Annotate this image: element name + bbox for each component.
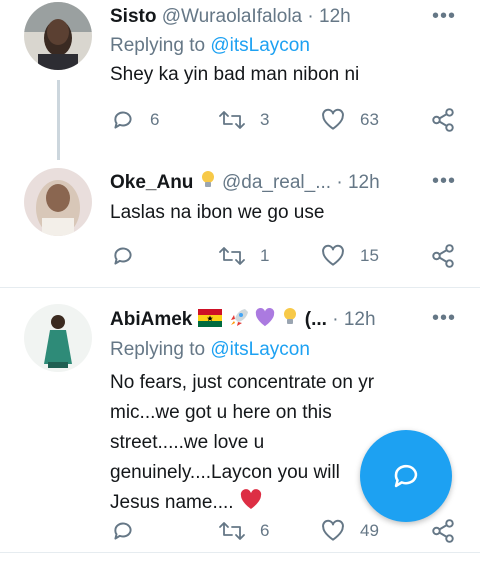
- tweet-sisto[interactable]: Sisto @WuraolaIfalola · 12h ••• Replying…: [0, 0, 480, 160]
- replying-to: Replying to @itsLaycon: [110, 338, 310, 362]
- avatar[interactable]: [24, 2, 92, 70]
- tweet-text-line: genuinely....Laycon you will: [110, 462, 340, 483]
- retweet-button[interactable]: 6: [218, 518, 269, 544]
- heart-icon: [322, 519, 344, 541]
- like-button[interactable]: 63: [320, 107, 379, 133]
- like-count: 49: [360, 521, 379, 540]
- mention-link[interactable]: @itsLaycon: [210, 35, 310, 56]
- mention-link[interactable]: @itsLaycon: [210, 339, 310, 360]
- rocket-icon: [227, 307, 249, 334]
- purple-heart-icon: [254, 307, 276, 334]
- tweet-text: No fears, just concentrate on yr mic...w…: [110, 368, 374, 520]
- reply-button[interactable]: [110, 243, 136, 269]
- compose-reply-icon: [394, 464, 418, 488]
- user-handle[interactable]: @da_real_...: [222, 172, 331, 193]
- tweet-text: Shey ka yin bad man nibon ni: [110, 64, 360, 85]
- lightbulb-icon: [281, 307, 299, 334]
- tweet-text-line: Jesus name....: [110, 492, 234, 513]
- separator-dot: ·: [332, 309, 339, 330]
- retweet-count: 3: [260, 110, 270, 129]
- more-icon[interactable]: •••: [432, 308, 456, 328]
- replying-to-label: Replying to: [110, 35, 206, 56]
- share-button[interactable]: [430, 107, 456, 133]
- timestamp[interactable]: 12h: [319, 6, 351, 27]
- like-button[interactable]: 15: [320, 243, 379, 269]
- tweet-text-line: No fears, just concentrate on yr: [110, 372, 375, 393]
- display-name-overflow: (...: [304, 309, 327, 330]
- separator-dot: ·: [307, 6, 314, 27]
- retweet-count: 1: [260, 246, 270, 265]
- heart-icon: [322, 244, 344, 266]
- more-icon[interactable]: •••: [432, 171, 456, 191]
- share-icon: [432, 108, 454, 132]
- timestamp[interactable]: 12h: [344, 309, 376, 330]
- share-icon: [432, 519, 454, 543]
- share-button[interactable]: [430, 243, 456, 269]
- compose-reply-button[interactable]: [360, 430, 452, 522]
- display-name[interactable]: Sisto: [110, 6, 156, 27]
- user-handle[interactable]: @WuraolaIfalola: [162, 6, 302, 27]
- tweet-actions: 6 3 63: [110, 107, 456, 135]
- reply-button[interactable]: 6: [110, 107, 159, 133]
- tweet-header: Sisto @WuraolaIfalola · 12h: [110, 5, 351, 29]
- reply-icon: [114, 111, 132, 129]
- tweet-actions: 6 49: [110, 518, 456, 546]
- retweet-button[interactable]: 1: [218, 243, 269, 269]
- thread-line: [57, 80, 60, 160]
- more-icon[interactable]: •••: [432, 6, 456, 26]
- like-count: 15: [360, 246, 379, 265]
- retweet-button[interactable]: 3: [218, 107, 269, 133]
- reply-button[interactable]: [110, 518, 136, 544]
- replying-to: Replying to @itsLaycon: [110, 34, 310, 58]
- bottom-divider: [0, 552, 480, 553]
- separator-dot: ·: [336, 172, 343, 193]
- tweet-text: Laslas na ibon we go use: [110, 202, 325, 223]
- share-icon: [432, 244, 454, 268]
- reply-icon: [114, 522, 132, 540]
- display-name[interactable]: AbiAmek: [110, 309, 192, 330]
- retweet-count: 6: [260, 521, 270, 540]
- retweet-icon: [219, 247, 245, 265]
- retweet-icon: [219, 522, 245, 540]
- heart-icon: [322, 108, 344, 130]
- like-count: 63: [360, 110, 379, 129]
- tweet-header: Oke_Anu @da_real_... · 12h: [110, 170, 380, 197]
- reply-icon: [114, 247, 132, 265]
- tweet-header: AbiAmek (... · 12h: [110, 307, 376, 334]
- ghana-flag-icon: [197, 309, 222, 334]
- tweet-oke-anu[interactable]: Oke_Anu @da_real_... · 12h ••• Laslas na…: [0, 160, 480, 286]
- lightbulb-icon: [199, 170, 217, 197]
- tweet-actions: 1 15: [110, 243, 456, 271]
- replying-to-label: Replying to: [110, 339, 206, 360]
- like-button[interactable]: 49: [320, 518, 379, 544]
- share-button[interactable]: [430, 518, 456, 544]
- display-name[interactable]: Oke_Anu: [110, 172, 193, 193]
- timestamp[interactable]: 12h: [348, 172, 380, 193]
- reply-count: 6: [150, 110, 160, 129]
- red-heart-icon: [239, 488, 263, 520]
- retweet-icon: [219, 111, 245, 129]
- avatar[interactable]: [24, 304, 92, 372]
- avatar[interactable]: [24, 168, 92, 236]
- tweet-text-line: street.....we love u: [110, 432, 265, 453]
- tweet-text-line: mic...we got u here on this: [110, 402, 332, 423]
